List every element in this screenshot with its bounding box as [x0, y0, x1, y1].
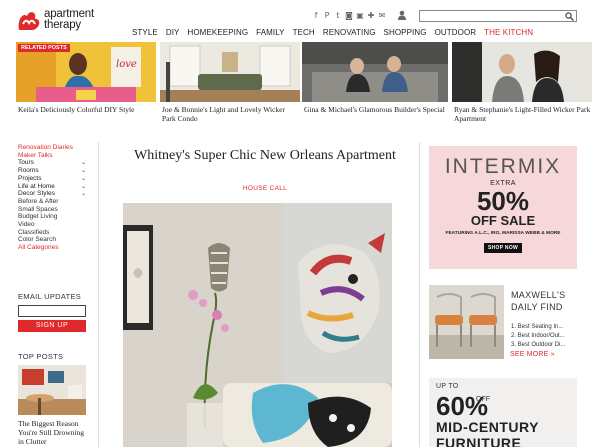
main-nav: STYLE DIY HOMEKEEPING FAMILY TECH RENOVA… [132, 28, 541, 37]
sidebar-item-life-at-home[interactable]: Life at Home ⌄ [18, 183, 90, 191]
related-post-2[interactable]: Joe & Bonnie's Light and Lovely Wicker P… [160, 42, 300, 123]
daily-find-list: 1. Best Seating In... 2. Best Indoor/Out… [511, 323, 577, 350]
svg-text:love: love [116, 59, 137, 70]
nav-homekeeping[interactable]: HOMEKEEPING [187, 28, 248, 37]
ad-up-to: UP TO [436, 383, 459, 390]
sidebar-item-color-search[interactable]: Color Search [18, 236, 90, 244]
article-category-link[interactable]: HOUSE CALL [110, 185, 420, 192]
nav-tech[interactable]: TECH [293, 28, 315, 37]
nav-family[interactable]: FAMILY [256, 28, 284, 37]
related-post-caption[interactable]: Gina & Michael's Glamorous Builder's Spe… [302, 105, 448, 114]
chevron-down-icon[interactable]: ⌄ [81, 159, 86, 167]
list-item[interactable]: 3. Best Outdoor Di... [511, 341, 577, 350]
social-links: f P t ◙ ▣ ✚ ✉ [312, 11, 386, 20]
daily-find-image[interactable] [429, 285, 504, 359]
related-posts-badge: RELATED POSTS [18, 44, 70, 52]
sidebar-item-classifieds[interactable]: Classifieds [18, 229, 90, 237]
twitter-icon[interactable]: t [334, 11, 342, 20]
related-post-caption[interactable]: Keila's Deliciously Colorful DIY Style [16, 105, 156, 114]
left-divider [98, 142, 99, 447]
hero-image[interactable] [123, 203, 392, 447]
facebook-icon[interactable]: f [312, 11, 320, 20]
email-field[interactable] [18, 305, 86, 317]
top-post-caption[interactable]: The Biggest Reason You're Still Drowning… [18, 419, 86, 446]
related-post-1[interactable]: love Keila's Deliciously Colorful DIY St… [16, 42, 156, 114]
sidebar-item-all-categories[interactable]: All Categories [18, 244, 90, 252]
nav-renovating[interactable]: RENOVATING [323, 28, 376, 37]
chevron-down-icon[interactable]: ⌄ [81, 175, 86, 183]
daily-find-title-line1: MAXWELL'S [511, 290, 566, 300]
googleplus-icon[interactable]: ✚ [367, 11, 375, 20]
sidebar-item-projects[interactable]: Projects ⌄ [18, 175, 90, 183]
sidebar-item-decor-styles[interactable]: Decor Styles ⌄ [18, 190, 90, 198]
logo-wordmark: apartment therapy [44, 8, 94, 31]
page-title: Whitney's Super Chic New Orleans Apartme… [134, 148, 396, 163]
related-post-caption[interactable]: Joe & Bonnie's Light and Lovely Wicker P… [160, 105, 300, 123]
chevron-down-icon[interactable]: ⌄ [81, 190, 86, 198]
intermix-ad[interactable]: INTERMIX EXTRA 50% OFF SALE FEATURING A.… [429, 146, 577, 269]
related-post-image[interactable] [452, 42, 592, 102]
daily-find-title: MAXWELL'S DAILY FIND [511, 289, 565, 313]
see-more-link[interactable]: SEE MORE » [510, 351, 555, 358]
sidebar-item-before-after[interactable]: Before & After [18, 198, 90, 206]
top-post-image[interactable] [18, 365, 86, 415]
ad-line2: FURNITURE [436, 435, 522, 447]
search-input[interactable] [419, 10, 577, 22]
user-account-icon[interactable] [398, 10, 406, 20]
list-item[interactable]: 1. Best Seating In... [511, 323, 577, 332]
related-posts: RELATED POSTS love Keila's Deliciously C… [16, 42, 592, 126]
sidebar-item-tours[interactable]: Tours ⌄ [18, 159, 90, 167]
nav-outdoor[interactable]: OUTDOOR [435, 28, 477, 37]
ad-percent: 50% [476, 186, 530, 216]
related-post-image[interactable] [302, 42, 448, 102]
ad-featuring: FEATURING A.L.C., IRO, MARISSA WEBB & MO… [445, 231, 561, 236]
sidebar-item-label: Tours [18, 159, 34, 167]
sidebar-item-maker-talks[interactable]: Maker Talks [18, 152, 90, 160]
sidebar-item-label: Rooms [18, 167, 39, 175]
sidebar-item-budget-living[interactable]: Budget Living [18, 213, 90, 221]
sidebar-item-video[interactable]: Video [18, 221, 90, 229]
nav-style[interactable]: STYLE [132, 28, 158, 37]
email-icon[interactable]: ✉ [378, 11, 386, 20]
daily-find-title-line2: DAILY FIND [511, 302, 563, 312]
sidebar-item-label: Projects [18, 174, 42, 182]
maxwells-daily-find: MAXWELL'S DAILY FIND 1. Best Seating In.… [429, 285, 577, 365]
nav-the-kitchn[interactable]: THE KITCHN [484, 28, 533, 37]
top-posts-label: TOP POSTS [18, 352, 64, 361]
shop-now-button[interactable]: SHOP NOW [483, 243, 523, 253]
sidebar-item-label: Decor Styles [18, 190, 55, 198]
chevron-down-icon[interactable]: ⌄ [81, 167, 86, 175]
chevron-down-icon[interactable]: ⌄ [81, 183, 86, 191]
list-item[interactable]: 2. Best Indoor/Out... [511, 332, 577, 341]
related-post-caption[interactable]: Ryan & Stephanie's Light-Filled Wicker P… [452, 105, 592, 123]
sign-up-button[interactable]: SIGN UP [18, 320, 86, 332]
sidebar-item-rooms[interactable]: Rooms ⌄ [18, 167, 90, 175]
rss-icon[interactable]: ▣ [356, 11, 364, 20]
ad-off: OFF [476, 396, 490, 403]
logo-mark-icon [18, 12, 40, 30]
instagram-icon[interactable]: ◙ [345, 11, 353, 20]
category-sidebar: Renovation Diaries Maker Talks Tours ⌄ Ro… [18, 144, 90, 252]
ad-brand: INTERMIX [444, 155, 562, 178]
sidebar-item-label: Life at Home [18, 182, 55, 190]
email-updates-label: EMAIL UPDATES [18, 292, 82, 301]
ad-line1: MID-CENTURY [436, 419, 539, 435]
logo-line-2: therapy [44, 19, 81, 31]
pinterest-icon[interactable]: P [323, 11, 331, 20]
search-icon[interactable] [565, 12, 574, 21]
site-logo[interactable]: apartment therapy [17, 7, 117, 37]
sidebar-item-renovation-diaries[interactable]: Renovation Diaries [18, 144, 90, 152]
nav-diy[interactable]: DIY [166, 28, 180, 37]
nav-shopping[interactable]: SHOPPING [384, 28, 427, 37]
related-post-4[interactable]: Ryan & Stephanie's Light-Filled Wicker P… [452, 42, 592, 123]
ad-sale: OFF SALE [470, 213, 536, 228]
related-post-image[interactable] [160, 42, 300, 102]
sidebar-item-small-spaces[interactable]: Small Spaces [18, 206, 90, 214]
related-post-3[interactable]: Gina & Michael's Glamorous Builder's Spe… [302, 42, 448, 114]
furniture-sale-ad[interactable]: UP TO 60% OFF MID-CENTURY FURNITURE [429, 378, 577, 447]
